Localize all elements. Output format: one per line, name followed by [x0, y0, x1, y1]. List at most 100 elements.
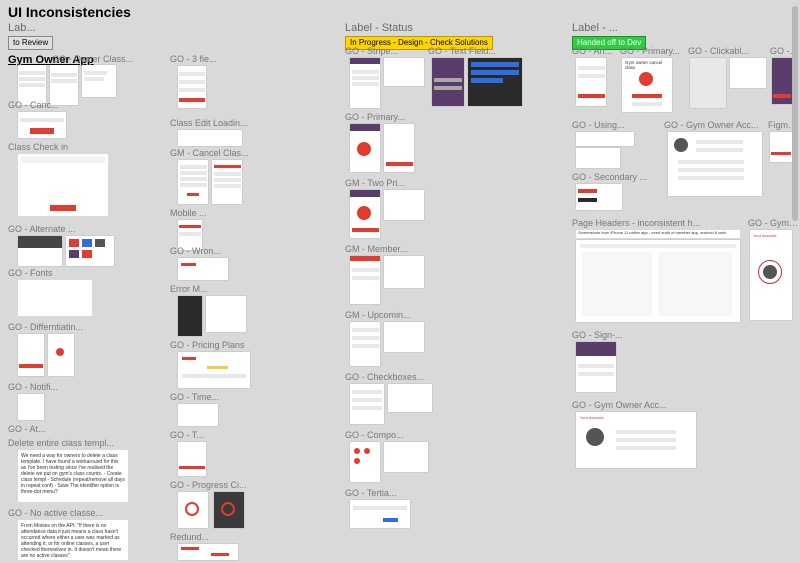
frame-title: GO - T...: [170, 430, 220, 440]
frame-title: GO - No active classe...: [8, 508, 138, 518]
frame[interactable]: [50, 65, 78, 105]
frame-title: Mobile ...: [170, 208, 230, 218]
page-title: UI Inconsistencies: [8, 4, 131, 20]
frame[interactable]: [178, 130, 242, 146]
frame[interactable]: [350, 442, 380, 482]
frame-title: GO - Tertia...: [345, 488, 415, 498]
frame[interactable]: [350, 256, 380, 304]
frame-title: GO - Fonts: [8, 268, 78, 278]
frame-title: GO - Text Field...: [428, 46, 518, 56]
frame[interactable]: [384, 256, 424, 288]
frame-title: GO - Wron...: [170, 246, 240, 256]
frame-title: GO - At...: [8, 424, 58, 434]
frame-note[interactable]: We need a way for owners to delete a cla…: [18, 450, 128, 502]
frame-title: GO - Secondary ...: [572, 172, 672, 182]
frame[interactable]: [178, 442, 206, 476]
frame[interactable]: [388, 384, 432, 412]
frame[interactable]: [178, 404, 218, 426]
frame-title: Delete entire class templ...: [8, 438, 148, 448]
frame[interactable]: [690, 58, 726, 108]
frame-title: GO - Differntiatin...: [8, 322, 108, 332]
frame-title: GO - Using...: [572, 120, 642, 130]
frame[interactable]: [576, 342, 616, 392]
frame[interactable]: Your Account: [750, 230, 792, 320]
frame-title: GO - Checkboxes...: [345, 372, 445, 382]
frame-title: Class Edit Loadin...: [170, 118, 280, 128]
frame-title: GO - Sign-...: [572, 330, 642, 340]
frame[interactable]: [432, 58, 464, 106]
frame[interactable]: [18, 236, 62, 266]
frame-title: Redund...: [170, 532, 230, 542]
frame[interactable]: [576, 240, 740, 322]
frame-title: GO - Gym Owner Acc...: [664, 120, 784, 130]
frame[interactable]: [350, 384, 384, 424]
frame[interactable]: [576, 58, 606, 106]
frame[interactable]: Your Account: [576, 412, 696, 468]
frame-title: GO - Time...: [170, 392, 240, 402]
frame[interactable]: [384, 322, 424, 352]
frame[interactable]: [384, 58, 424, 86]
frame[interactable]: [350, 190, 380, 238]
frame[interactable]: [18, 334, 44, 376]
frame[interactable]: [350, 124, 380, 172]
frame[interactable]: [66, 236, 114, 266]
frame[interactable]: [668, 132, 762, 196]
frame-title: GO - Primary...: [345, 112, 435, 122]
frame-title: GO - Pricing Plans: [170, 340, 270, 350]
frame[interactable]: [350, 322, 380, 366]
frame-title: GO - Alternate ...: [8, 224, 98, 234]
frame[interactable]: Gym owner cancel class: [622, 58, 672, 112]
frame[interactable]: [82, 65, 116, 97]
frame[interactable]: [178, 492, 208, 528]
frame-note[interactable]: Screenshots from iPhone 11 native app - …: [576, 230, 740, 238]
frame[interactable]: [576, 132, 634, 146]
section-label-status: Label - Status: [345, 22, 445, 34]
frame-title: Error M...: [170, 284, 230, 294]
frame-title: Page Headers - inconsistent h...: [572, 218, 742, 228]
frame[interactable]: [178, 66, 206, 108]
frame[interactable]: [350, 58, 380, 108]
frame-title: GO - Gym ownerP...: [748, 218, 798, 228]
frame-title: GO - Stripe...: [345, 46, 415, 56]
section-label-right: Label - ...: [572, 22, 632, 34]
frame[interactable]: [770, 132, 792, 162]
frame[interactable]: [350, 500, 410, 528]
frame-note[interactable]: From Moises on the API: "If there is no …: [18, 520, 128, 560]
frame[interactable]: [178, 544, 238, 560]
frame-title: Class Check in: [8, 142, 88, 152]
frame-title: GO - Progress Ci...: [170, 480, 270, 490]
frame[interactable]: [18, 394, 44, 420]
frame[interactable]: [214, 492, 244, 528]
frame[interactable]: [576, 184, 622, 210]
frame[interactable]: [730, 58, 766, 88]
frame-title: GM - Cancel Clas...: [170, 148, 280, 158]
frame[interactable]: [384, 124, 414, 172]
frame[interactable]: [178, 296, 202, 336]
frame[interactable]: [468, 58, 522, 106]
frame[interactable]: [18, 112, 66, 138]
frame-title: GM - Upcomin...: [345, 310, 435, 320]
vertical-scrollbar[interactable]: [792, 6, 798, 221]
frame[interactable]: [772, 58, 792, 104]
frame[interactable]: [384, 442, 428, 472]
frame-title: GO - Notifi...: [8, 382, 78, 392]
frame[interactable]: [178, 258, 228, 280]
frame[interactable]: [212, 160, 242, 204]
frame-title: GO - Compo...: [345, 430, 425, 440]
design-canvas[interactable]: UI Inconsistencies Lab... Label - Status…: [0, 0, 800, 563]
frame[interactable]: [178, 160, 208, 204]
frame[interactable]: [48, 334, 74, 376]
section-label-lab: Lab...: [8, 22, 48, 34]
frame[interactable]: [206, 296, 246, 332]
tag-to-review[interactable]: to Review: [8, 36, 53, 50]
frame-note[interactable]: [18, 154, 108, 216]
frame[interactable]: [18, 65, 46, 105]
frame[interactable]: [576, 148, 620, 168]
frame[interactable]: [384, 190, 424, 220]
frame-note[interactable]: [18, 280, 92, 316]
frame-title: GM - Two Pri...: [345, 178, 435, 188]
frame-title: GO - Owner Class...: [52, 54, 142, 64]
frame-title: GO - Primary...: [620, 46, 690, 56]
frame[interactable]: [178, 352, 250, 388]
frame-title: GO - Canc...: [8, 100, 78, 110]
